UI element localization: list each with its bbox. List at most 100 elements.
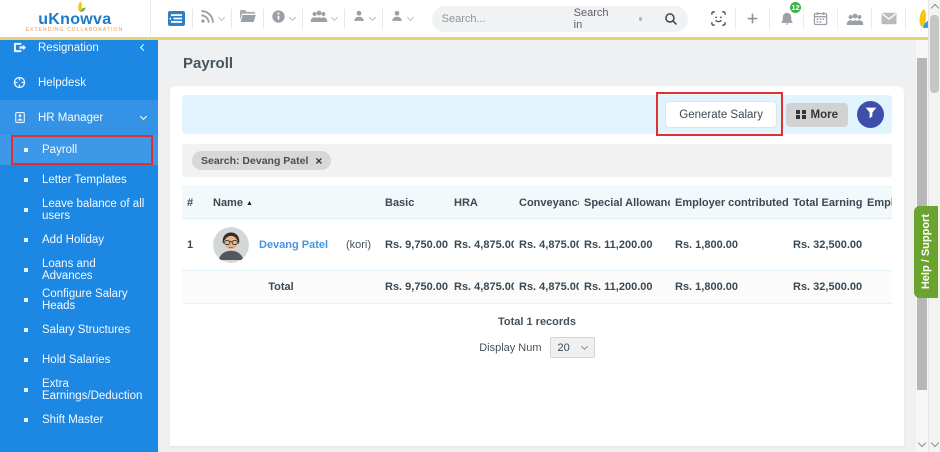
scope-selector-icon[interactable] [638,16,642,21]
scroll-up-icon[interactable] [930,3,940,13]
display-num-row: Display Num 20 [182,337,892,358]
sidebar-item-hold-salaries[interactable]: Hold Salaries [0,345,158,375]
chevron-down-icon [368,13,376,21]
calendar-icon[interactable] [804,7,838,30]
bullet-icon [24,208,28,212]
employee-alias: (kori) [345,238,371,251]
brand-leaf-icon [72,0,88,18]
display-num-select[interactable]: 20 [549,337,595,358]
sidebar-item-label: Resignation [38,41,99,54]
generate-salary-button[interactable]: Generate Salary [665,101,778,128]
records-count: Total 1 records [497,316,577,328]
total-basic: Rs. 9,750.00 [380,270,449,304]
cell-employer-pf: Rs. 1,800.00 [670,218,788,271]
user-icon [390,9,404,28]
col-conveyance[interactable]: Conveyance [514,186,579,219]
sidebar-item-extra-earnings[interactable]: Extra Earnings/Deduction [0,375,158,405]
more-button[interactable]: More [786,102,848,127]
grid-icon [796,109,806,120]
hr-manager-icon [12,111,27,124]
payroll-table-wrap: # Name ▲ Basic HRA Conveyance Special All… [182,186,892,304]
scroll-down-icon[interactable] [930,438,940,448]
remove-filter-icon[interactable]: × [315,155,322,167]
col-name[interactable]: Name ▲ [208,186,380,219]
brand-logo: uKnowva EXTENDING COLLABORATION [0,0,151,37]
col-hra[interactable]: HRA [449,186,514,219]
sidebar-item-hr-manager[interactable]: HR Manager [0,100,158,135]
total-special-allowance: Rs. 11,200.00 [579,270,670,304]
sidebar-item-label: Hold Salaries [42,354,111,366]
filter-tag: Search: Devang Patel × [192,151,332,170]
sort-asc-icon: ▲ [245,199,253,207]
sidebar-item-letter-templates[interactable]: Letter Templates [0,165,158,195]
search-icon[interactable] [664,12,678,26]
funnel-icon [865,107,877,122]
plus-icon[interactable] [736,7,770,30]
stream-menu-icon[interactable] [161,8,193,29]
team-icon[interactable] [838,7,872,30]
total-employee-pf [862,270,892,304]
mail-icon[interactable] [872,7,906,30]
col-employer-pf[interactable]: Employer contributed PF [670,186,788,219]
active-filters-bar: Search: Devang Patel × [182,144,892,177]
groups-menu[interactable] [303,8,345,29]
helpdesk-icon [12,76,27,89]
main-content: Payroll Generate Salary More Search: Dev… [158,40,916,452]
col-special-allowance[interactable]: Special Allowance [579,186,670,219]
help-support-tab[interactable]: Help / Support [914,206,938,298]
face-scan-icon[interactable] [702,7,736,30]
filter-button[interactable] [857,101,884,128]
info-menu[interactable] [264,8,303,29]
employee-name-link[interactable]: Devang Patel [259,239,328,251]
bullet-icon [24,418,28,422]
col-employee-pf[interactable]: Employee contributed PF [862,186,892,219]
groups-icon [310,9,328,28]
scrollbar-thumb[interactable] [930,15,939,93]
search-scope-selector[interactable]: Search in [574,7,611,31]
brand-tagline: EXTENDING COLLABORATION [26,26,124,33]
sidebar-item-configure-salary-heads[interactable]: Configure Salary Heads [0,285,158,315]
cell-basic: Rs. 9,750.00 [380,218,449,271]
sidebar-item-leave-balance[interactable]: Leave balance of all users [0,195,158,225]
sidebar-item-loans-advances[interactable]: Loans and Advances [0,255,158,285]
sidebar-item-label: Salary Structures [42,324,131,336]
sidebar-item-label: Leave balance of all users [42,198,145,222]
sidebar-item-label: Add Holiday [42,234,105,246]
sidebar-item-payroll[interactable]: Payroll [0,135,158,165]
sidebar-item-label: Loans and Advances [42,258,96,282]
sidebar-item-shift-master[interactable]: Shift Master [0,405,158,435]
bullet-icon [24,268,28,272]
user-menu-1[interactable] [345,8,383,29]
filter-tag-label: Search: Devang Patel [201,154,309,167]
col-num[interactable]: # [182,186,208,219]
chevron-down-icon [330,13,338,21]
sidebar: Resignation Helpdesk HR Manager Payroll … [0,40,158,452]
action-bar: Generate Salary More [182,92,892,136]
col-basic[interactable]: Basic [380,186,449,219]
table-header-row: # Name ▲ Basic HRA Conveyance Special All… [182,186,892,219]
bell-icon[interactable]: 12 [770,0,804,30]
bullet-icon [24,328,28,332]
chevron-down-icon [580,342,588,350]
chevron-left-icon[interactable] [139,43,148,52]
scroll-down-icon[interactable] [917,438,927,448]
feed-menu[interactable] [193,8,232,29]
sidebar-item-label: HR Manager [38,111,104,124]
folder-menu[interactable] [232,8,264,29]
total-earnings: Rs. 32,500.00 [788,270,862,304]
cell-num: 1 [182,218,208,271]
sidebar-item-salary-structures[interactable]: Salary Structures [0,315,158,345]
sidebar-item-resignation[interactable]: Resignation [0,40,158,65]
notification-badge: 12 [789,0,802,14]
cell-special-allowance: Rs. 11,200.00 [579,218,670,271]
sidebar-item-helpdesk[interactable]: Helpdesk [0,65,158,100]
user-icon [352,9,366,28]
user-menu-2[interactable] [383,9,420,29]
sidebar-item-add-holiday[interactable]: Add Holiday [0,225,158,255]
col-total-earnings[interactable]: Total Earnings [788,186,862,219]
chevron-down-icon [217,13,225,21]
sidebar-item-label: Letter Templates [42,174,127,186]
search-input[interactable] [441,12,560,25]
page-title: Payroll [183,55,234,72]
chevron-down-icon[interactable] [139,112,148,120]
